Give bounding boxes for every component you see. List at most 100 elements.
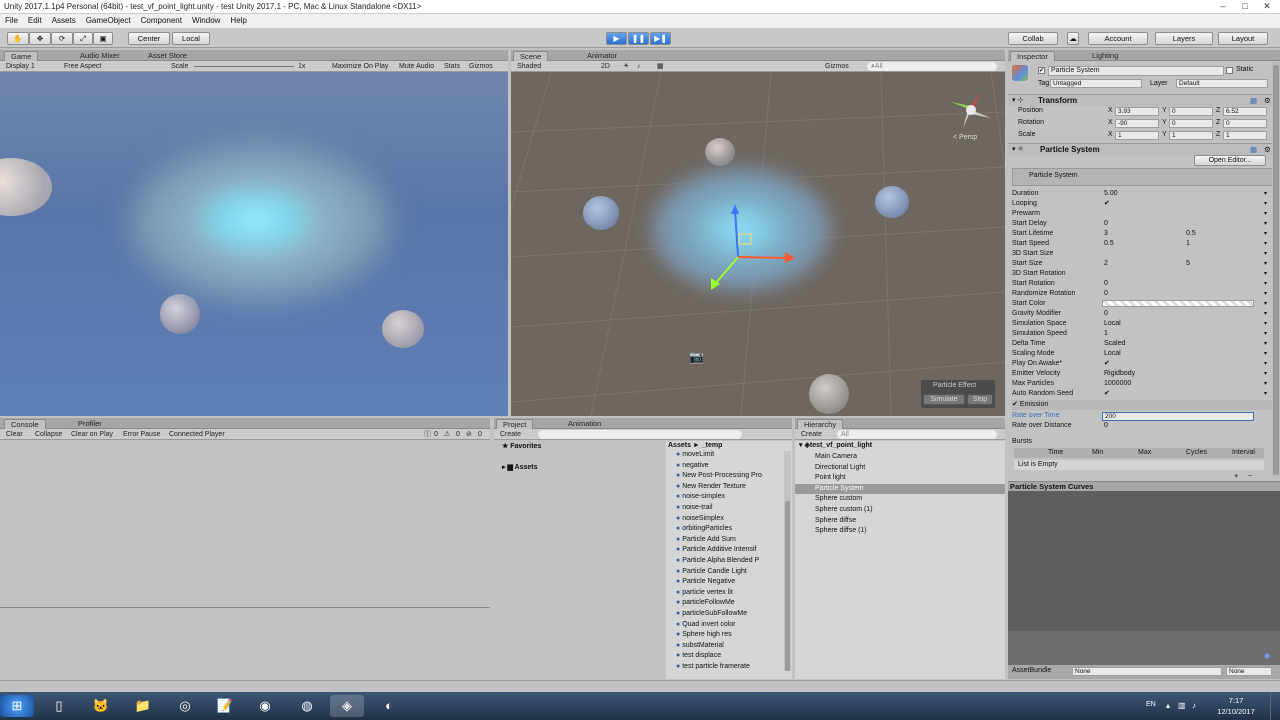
camera-icon[interactable]: 📷	[689, 350, 704, 364]
asset-item[interactable]: ● noise-trail	[666, 503, 784, 514]
asset-item[interactable]: ● Particle Negative	[666, 577, 784, 588]
scale-tool-icon[interactable]: ⤢	[73, 32, 93, 45]
asset-scroll-thumb[interactable]	[785, 501, 790, 671]
ps-property-value[interactable]: 0.5	[1104, 239, 1174, 249]
maximize-on-play-button[interactable]: Maximize On Play	[332, 62, 388, 71]
hierarchy-item[interactable]: Sphere diffse	[795, 516, 1005, 527]
pivot-center-button[interactable]: Center	[128, 32, 170, 45]
asset-item[interactable]: ● New Render Texture	[666, 482, 784, 493]
ps-property-value[interactable]: 0	[1104, 219, 1174, 229]
shading-mode-select[interactable]: Shaded	[517, 62, 541, 71]
simulate-button[interactable]: Simulate	[923, 394, 965, 405]
assetbundle-select[interactable]: None	[1072, 667, 1222, 676]
asset-item[interactable]: ● test particle framerate	[666, 662, 784, 673]
rate-over-time-input[interactable]: 200	[1102, 412, 1254, 421]
emission-checkbox[interactable]: ✔	[1012, 401, 1018, 408]
start-button[interactable]: ⊞	[0, 695, 34, 717]
ps-property-value[interactable]: 0	[1104, 289, 1174, 299]
curves-editor[interactable]	[1008, 491, 1280, 631]
hierarchy-item[interactable]: Point light	[795, 473, 1005, 484]
curve-mode-icon[interactable]: ▾	[1264, 369, 1267, 379]
projection-label[interactable]: < Persp	[953, 134, 977, 141]
asset-item[interactable]: ● particleSubFollowMe	[666, 609, 784, 620]
asset-item[interactable]: ● noiseSimplex	[666, 514, 784, 525]
console-clear-button[interactable]: Clear	[6, 430, 23, 439]
asset-item[interactable]: ● orbitingParticles	[666, 524, 784, 535]
curve-mode-icon[interactable]: ▾	[1264, 249, 1267, 259]
favorites-folder[interactable]: ★ Favorites	[502, 442, 541, 452]
scene-viewport[interactable]: 📷 < Persp Particle Effect Simulate Stop	[511, 72, 1005, 416]
cloud-icon[interactable]: ☁	[1067, 32, 1079, 45]
clock-time[interactable]: 7:17	[1214, 696, 1258, 705]
game-gizmos-button[interactable]: Gizmos	[469, 62, 493, 71]
firefox-icon[interactable]: ◉	[248, 695, 282, 717]
hierarchy-item[interactable]: Sphere custom	[795, 494, 1005, 505]
tab-animator[interactable]: Animator	[581, 51, 623, 61]
tab-console[interactable]: Console	[4, 419, 46, 429]
unity-icon[interactable]: ◈	[330, 695, 364, 717]
transform-y-input[interactable]: 1	[1169, 131, 1213, 140]
ps-property-value[interactable]: Local	[1104, 319, 1174, 329]
hand-tool-icon[interactable]: ✋	[7, 32, 29, 45]
stop-button[interactable]: Stop	[967, 394, 993, 405]
console-divider[interactable]	[0, 607, 490, 608]
volume-icon[interactable]: ♪	[1192, 701, 1196, 710]
menu-help[interactable]: Help	[225, 14, 251, 27]
aspect-select[interactable]: Free Aspect	[64, 62, 101, 71]
project-search-input[interactable]	[538, 430, 742, 439]
asset-item[interactable]: ● Particle Candle Light	[666, 567, 784, 578]
move-tool-icon[interactable]: ✥	[29, 32, 51, 45]
ps-main-module-header[interactable]: Particle System	[1012, 168, 1276, 186]
curve-mode-icon[interactable]: ▾	[1264, 189, 1267, 199]
object-name-input[interactable]: Particle System	[1048, 66, 1224, 76]
ps-property-value[interactable]: 3	[1104, 229, 1174, 239]
tray-expand-icon[interactable]: ▴	[1166, 701, 1170, 710]
transform-y-input[interactable]: 0	[1169, 119, 1213, 128]
emission-module-header[interactable]: ✔ Emission	[1012, 400, 1276, 410]
language-indicator[interactable]: EN	[1146, 701, 1156, 708]
menu-edit[interactable]: Edit	[23, 14, 47, 27]
ps-property-value[interactable]: 1000000	[1104, 379, 1174, 389]
ps-property-value[interactable]: 1	[1104, 329, 1174, 339]
project-create-button[interactable]: Create	[500, 430, 521, 439]
pivot-local-button[interactable]: Local	[172, 32, 210, 45]
asset-item[interactable]: ● Particle Alpha Blended P	[666, 556, 784, 567]
tab-animation[interactable]: Animation	[562, 419, 607, 429]
curve-mode-icon[interactable]: ▾	[1264, 269, 1267, 279]
console-log-area[interactable]	[0, 441, 490, 679]
transform-z-input[interactable]: 6.52	[1223, 107, 1267, 116]
asset-item[interactable]: ● Sphere high res	[666, 630, 784, 641]
layers-button[interactable]: Layers	[1155, 32, 1213, 45]
menu-window[interactable]: Window	[187, 14, 225, 27]
open-editor-button[interactable]: Open Editor...	[1194, 155, 1266, 166]
ps-property-value[interactable]: 0	[1104, 279, 1174, 289]
asset-item[interactable]: ● Quad invert color	[666, 620, 784, 631]
tab-profiler[interactable]: Profiler	[72, 419, 108, 429]
file-explorer-icon[interactable]: 📁	[126, 695, 160, 717]
chrome-icon[interactable]: ◍	[290, 695, 324, 717]
scale-slider[interactable]	[194, 66, 294, 67]
menu-assets[interactable]: Assets	[47, 14, 81, 27]
rate-over-distance-value[interactable]: 0	[1104, 421, 1108, 431]
hierarchy-item[interactable]: Main Camera	[795, 452, 1005, 463]
tab-inspector[interactable]: Inspector	[1010, 51, 1055, 61]
curve-mode-icon[interactable]: ▾	[1264, 329, 1267, 339]
curve-mode-icon[interactable]: ▾	[1264, 309, 1267, 319]
layout-button[interactable]: Layout	[1218, 32, 1268, 45]
sphere[interactable]	[583, 196, 619, 230]
audio-toggle-icon[interactable]: ♪	[637, 62, 641, 71]
curve-mode-icon[interactable]: ▾	[1264, 209, 1267, 219]
help-icon[interactable]: ▦	[1250, 96, 1257, 105]
curve-mode-icon[interactable]: ▾	[1264, 219, 1267, 229]
menu-file[interactable]: File	[0, 14, 23, 27]
tab-project[interactable]: Project	[496, 419, 534, 429]
ps-property-value-2[interactable]: 1	[1186, 239, 1190, 249]
tab-game[interactable]: Game	[4, 51, 39, 61]
tab-lighting[interactable]: Lighting	[1086, 51, 1124, 61]
move-gizmo-icon[interactable]	[701, 202, 801, 292]
curve-mode-icon[interactable]: ▾	[1264, 299, 1267, 309]
clock-date[interactable]: 12/10/2017	[1214, 707, 1258, 716]
hierarchy-item[interactable]: Directional Light	[795, 463, 1005, 474]
sphere[interactable]	[875, 186, 909, 218]
close-icon[interactable]: ✕	[1256, 1, 1278, 13]
